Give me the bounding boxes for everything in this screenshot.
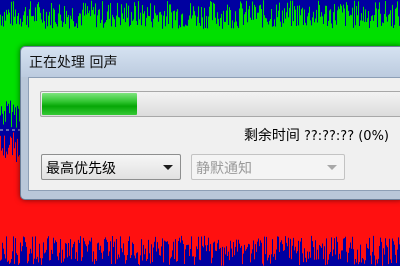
- dialog-title: 正在处理 回声: [29, 55, 118, 71]
- priority-select[interactable]: 最高优先级: [41, 154, 181, 180]
- time-remaining-row: 剩余时间??:??:?? (0%): [29, 125, 389, 145]
- notification-select: 静默通知: [191, 154, 345, 180]
- chevron-down-icon: [327, 165, 337, 170]
- chevron-down-icon: [163, 165, 173, 170]
- time-remaining-value: ??:??:?? (0%): [303, 129, 389, 144]
- progress-bar-fill: [42, 93, 137, 115]
- dialog-title-bar[interactable]: 正在处理 回声: [21, 47, 400, 77]
- time-remaining-label: 剩余时间: [243, 128, 300, 144]
- dialog-body: 剩余时间??:??:?? (0%) 最高优先级 静默通知: [28, 77, 400, 191]
- priority-select-value: 最高优先级: [46, 161, 116, 177]
- progress-bar: [40, 91, 400, 117]
- notification-select-value: 静默通知: [196, 161, 252, 177]
- processing-dialog: 正在处理 回声 剩余时间??:??:?? (0%) 最高优先级 静默通知: [20, 46, 400, 200]
- audio-editor-background: 正在处理 回声 剩余时间??:??:?? (0%) 最高优先级 静默通知: [0, 0, 400, 266]
